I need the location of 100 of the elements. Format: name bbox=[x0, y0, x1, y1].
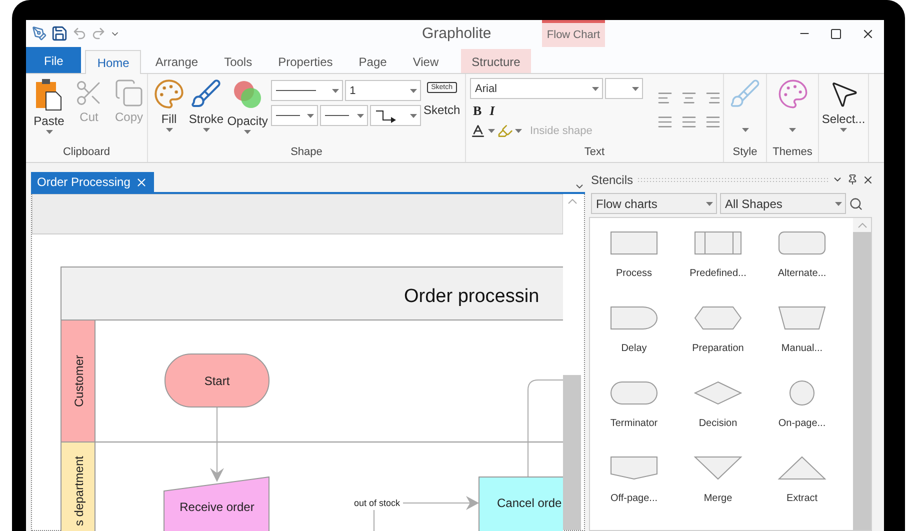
line-end-dropdown[interactable] bbox=[320, 105, 368, 126]
caret-icon bbox=[410, 114, 417, 118]
line-style-dropdown[interactable] bbox=[270, 80, 343, 101]
brush-icon bbox=[729, 78, 761, 110]
italic-button[interactable]: I bbox=[486, 101, 498, 121]
ribbon-tab[interactable]: Page bbox=[346, 49, 399, 73]
stencil-label: On-page... bbox=[778, 418, 826, 429]
ribbon-tab[interactable]: Tools bbox=[212, 49, 264, 73]
maximize-icon bbox=[830, 28, 842, 40]
ribbon-tab[interactable]: Home bbox=[85, 50, 142, 74]
lane-label: Customer bbox=[72, 355, 86, 407]
ribbon-tab[interactable]: View bbox=[400, 49, 451, 73]
caret-icon bbox=[202, 128, 210, 132]
connector-dropdown[interactable] bbox=[370, 105, 421, 126]
process-node: Cancel orde bbox=[478, 476, 563, 531]
caret-icon bbox=[592, 86, 599, 90]
shape-icon bbox=[609, 455, 659, 481]
stencil-label: Merge bbox=[704, 493, 732, 504]
shape-icon bbox=[693, 380, 743, 406]
caret-icon bbox=[706, 202, 713, 206]
line-start-dropdown[interactable] bbox=[270, 105, 318, 126]
close-icon bbox=[862, 174, 874, 186]
scrollbar-thumb[interactable] bbox=[563, 375, 581, 530]
bold-button[interactable]: B bbox=[470, 101, 485, 121]
caret-icon bbox=[306, 114, 314, 118]
category-dropdown[interactable]: Flow charts bbox=[591, 193, 717, 214]
palette-icon bbox=[776, 78, 808, 110]
font-dropdown[interactable]: Arial bbox=[470, 78, 603, 99]
scroll-up-icon[interactable] bbox=[858, 223, 866, 228]
caret-icon bbox=[789, 128, 796, 132]
close-icon[interactable] bbox=[135, 176, 148, 188]
caret-icon bbox=[840, 128, 847, 132]
shape-icon bbox=[777, 230, 827, 256]
highlighter-icon bbox=[497, 123, 513, 139]
search-icon bbox=[849, 196, 863, 210]
window-title: Grapholite bbox=[422, 25, 492, 42]
scroll-up-icon[interactable] bbox=[568, 199, 576, 204]
stencil-label: Decision bbox=[698, 418, 738, 429]
caret-icon bbox=[166, 128, 172, 132]
ribbon-tab[interactable]: File bbox=[26, 47, 82, 73]
save-icon bbox=[51, 25, 68, 42]
palette-icon bbox=[153, 78, 185, 110]
diagram-title: Order processin bbox=[404, 286, 540, 307]
shape-icon bbox=[693, 230, 743, 256]
group-label: Text bbox=[583, 146, 606, 160]
text-target-label: Inside shape bbox=[530, 125, 592, 137]
caret-icon bbox=[356, 114, 364, 118]
stencil-label: Manual... bbox=[781, 343, 823, 354]
stencil-label: Alternate... bbox=[778, 268, 826, 279]
stencil-label: Predefined... bbox=[690, 268, 746, 279]
caret-icon bbox=[515, 129, 522, 133]
lane-label: s department bbox=[72, 456, 86, 526]
undo-icon bbox=[72, 26, 87, 41]
caret-icon bbox=[742, 128, 748, 132]
filter-dropdown[interactable]: All Shapes bbox=[720, 193, 846, 214]
caret-icon bbox=[332, 88, 339, 92]
stencil-label: Extract bbox=[786, 493, 818, 504]
shape-icon bbox=[693, 455, 743, 481]
ribbon-button[interactable]: Fill bbox=[152, 78, 186, 132]
shape-icon bbox=[609, 380, 659, 406]
stencil-label: Preparation bbox=[692, 343, 744, 354]
clipboard-icon bbox=[34, 78, 64, 112]
stencil-label: Process bbox=[616, 268, 652, 279]
app-logo-icon bbox=[32, 26, 47, 41]
ribbon-tab[interactable]: Structure bbox=[460, 49, 532, 73]
font-color-icon bbox=[470, 123, 486, 139]
connector-style-icon bbox=[374, 108, 397, 122]
stencil-label: Delay bbox=[621, 343, 647, 354]
brush-icon bbox=[190, 78, 222, 110]
shape-icon bbox=[693, 305, 743, 331]
panel-title: Stencils bbox=[591, 172, 634, 186]
edge-label: out of stock bbox=[354, 498, 400, 508]
context-tab-group-title: Flow Chart bbox=[542, 20, 605, 47]
caret-icon bbox=[244, 130, 252, 134]
shape-icon bbox=[777, 455, 827, 481]
stencil-label: Terminator bbox=[610, 418, 658, 429]
ribbon-tab[interactable]: Properties bbox=[266, 49, 345, 73]
copy-icon bbox=[114, 78, 144, 108]
caret-icon bbox=[410, 88, 417, 92]
stencil-label: Off-page... bbox=[610, 493, 658, 504]
manual-input-node: Receive order bbox=[164, 476, 270, 531]
group-label: Themes bbox=[772, 146, 814, 160]
shape-icon bbox=[777, 305, 827, 331]
document-tab[interactable]: Order Processing bbox=[31, 172, 154, 192]
style-button[interactable] bbox=[728, 78, 762, 132]
select-button[interactable]: Select... bbox=[823, 78, 864, 132]
caret-icon bbox=[488, 129, 495, 133]
redo-icon bbox=[91, 26, 106, 41]
font-size-dropdown[interactable] bbox=[605, 78, 643, 99]
caret-icon bbox=[46, 130, 52, 134]
group-label: Clipboard bbox=[62, 146, 112, 160]
ribbon-button[interactable]: Paste bbox=[32, 78, 66, 134]
pin-icon bbox=[847, 174, 858, 185]
shape-icon bbox=[609, 230, 659, 256]
ribbon-button[interactable]: Stroke bbox=[188, 78, 224, 132]
caret-icon bbox=[632, 86, 639, 90]
ribbon-button[interactable]: Opacity bbox=[226, 78, 269, 134]
line-width-dropdown[interactable]: 1 bbox=[344, 80, 421, 101]
ribbon-tab[interactable]: Arrange bbox=[143, 49, 210, 73]
caret-icon bbox=[835, 202, 842, 206]
